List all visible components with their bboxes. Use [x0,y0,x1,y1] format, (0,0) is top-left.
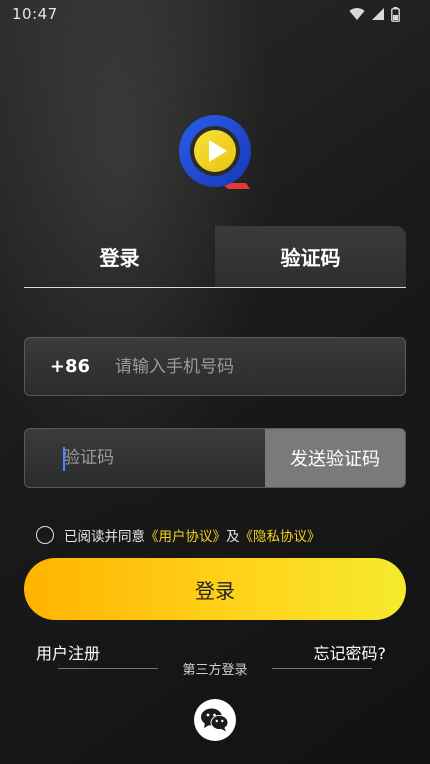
status-time: 10:47 [12,5,58,23]
signal-icon [371,7,385,21]
login-tabs: 登录 验证码 [24,226,406,288]
wechat-icon [201,708,229,732]
code-input[interactable] [25,429,265,487]
phone-field: +86 [24,337,406,396]
wifi-icon [349,7,365,21]
login-button[interactable]: 登录 [24,558,406,620]
user-agreement-link[interactable]: 《用户协议》 [145,525,226,545]
tab-verification-code[interactable]: 验证码 [215,226,406,287]
agreement-row: 已阅读并同意 《用户协议》 及 《隐私协议》 [36,524,321,546]
text-cursor [63,447,65,471]
send-code-button[interactable]: 发送验证码 [265,429,405,487]
agreement-conjunction: 及 [226,529,240,545]
app-logo [176,113,256,193]
battery-icon [391,6,400,22]
status-icons [349,6,400,22]
code-input-wrapper [25,429,265,487]
phone-input[interactable] [115,338,405,395]
country-code[interactable]: +86 [25,356,115,377]
verification-code-field: 发送验证码 [24,428,406,488]
play-logo-icon [179,115,251,189]
agreement-checkbox[interactable] [36,526,54,544]
wechat-login-button[interactable] [194,699,236,741]
privacy-policy-link[interactable]: 《隐私协议》 [240,525,321,545]
tab-login[interactable]: 登录 [24,226,215,287]
third-party-login-label: 第三方登录 [182,663,248,678]
agreement-prefix: 已阅读并同意 [64,529,145,545]
status-bar: 10:47 [0,0,430,28]
